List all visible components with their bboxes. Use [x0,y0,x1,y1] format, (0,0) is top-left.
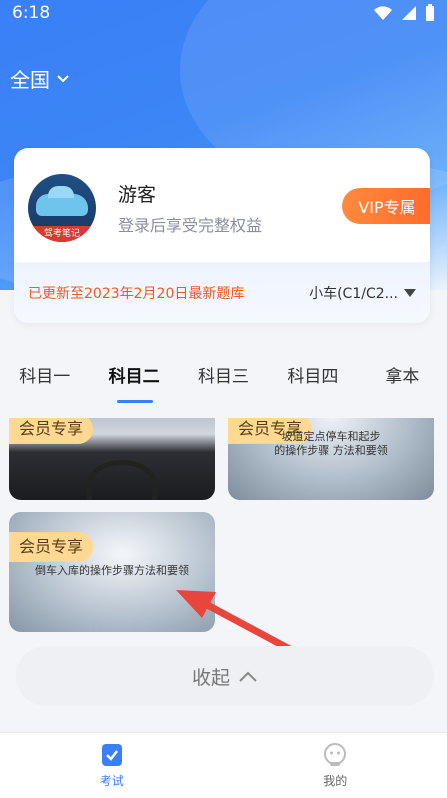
member-badge: 会员专享 [9,532,94,562]
update-text: 已更新至2023年2月20日最新题库 [28,285,245,302]
update-bar: 已更新至2023年2月20日最新题库 小车(C1/C2... [14,262,430,323]
signal-icon [402,6,416,20]
avatar-ribbon: 驾考笔记 [28,226,96,242]
tab-subject-1[interactable]: 科目一 [0,362,89,387]
steering-wheel-image [87,460,157,500]
video-card[interactable]: 会员专享 坡道定点停车和起步 的操作步骤 方法和要领 [228,418,434,500]
tab-get-license[interactable]: 拿本 [358,362,447,387]
nav-exam-label: 考试 [99,774,124,788]
exam-icon [101,744,122,766]
region-label: 全国 [10,68,50,92]
dropdown-triangle-icon [404,288,416,297]
chevron-down-icon [57,74,69,82]
status-bar: 6:18 [0,0,447,26]
region-selector[interactable]: 全国 [10,64,70,93]
nav-mine-label: 我的 [323,774,348,788]
subject-tabs: 科目一 科目二 科目三 科目四 拿本 [0,346,447,403]
bottom-nav: 考试 我的 [0,732,447,798]
tab-subject-3[interactable]: 科目三 [179,362,268,387]
car-type-label: 小车(C1/C2... [309,285,398,302]
user-card: 驾考笔记 游客 登录后享受完整权益 VIP专属 已更新至2023年2月20日最新… [14,148,430,323]
login-hint[interactable]: 登录后享受完整权益 [118,212,262,236]
vip-button[interactable]: VIP专属 [342,188,430,224]
nav-mine[interactable]: 我的 [224,733,447,798]
battery-icon [426,4,434,21]
avatar[interactable]: 驾考笔记 [28,174,96,242]
user-name[interactable]: 游客 [118,180,156,207]
tab-subject-4[interactable]: 科目四 [268,362,357,387]
member-badge: 会员专享 [9,418,94,444]
video-title: 坡道定点停车和起步 的操作步骤 方法和要领 [274,430,388,457]
chevron-up-icon [239,671,257,682]
collapse-label: 收起 [191,666,230,689]
car-type-selector[interactable]: 小车(C1/C2... [309,283,416,303]
video-title: 倒车入库的操作步骤方法和要领 [35,564,189,577]
nav-exam[interactable]: 考试 [0,733,224,798]
wifi-icon [374,6,392,20]
video-card[interactable]: 会员专享 [9,418,215,500]
status-time: 6:18 [12,3,51,23]
profile-icon [324,743,347,766]
car-image [36,186,88,216]
collapse-button[interactable]: 收起 [16,646,434,706]
tab-subject-2[interactable]: 科目二 [89,362,178,403]
